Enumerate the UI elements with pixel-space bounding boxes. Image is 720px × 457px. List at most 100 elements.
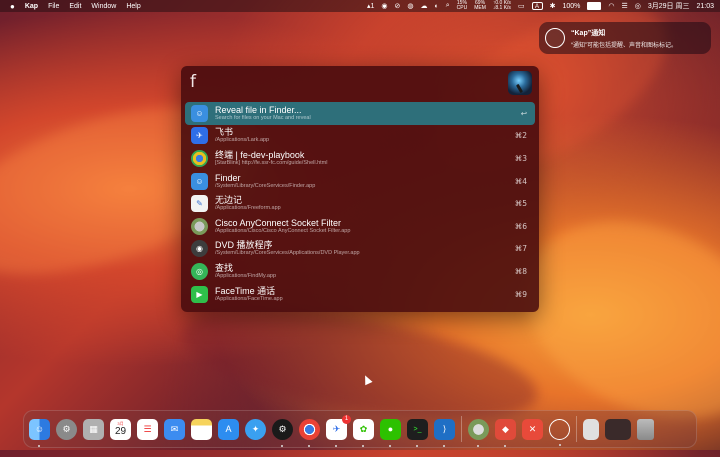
result-shortcut: ⌘5: [514, 199, 527, 209]
result-title: FaceTime 通话: [215, 285, 276, 296]
kap-icon[interactable]: [549, 418, 570, 446]
cloud-status-icon[interactable]: ☁: [420, 2, 427, 10]
memory-meter[interactable]: 69% MEM: [474, 1, 486, 11]
finder-icon: ☺: [191, 172, 208, 190]
search-input[interactable]: f: [190, 72, 196, 92]
notification-status-icon[interactable]: ▴1: [367, 2, 374, 10]
calendar-icon[interactable]: 3月 29: [110, 418, 131, 440]
result-subtitle: /System/Library/CoreServices/Finder.app: [215, 182, 316, 189]
bluetooth-icon[interactable]: ✱: [550, 2, 556, 10]
cisco-anyconnect-icon[interactable]: [468, 418, 489, 447]
git-icon[interactable]: ◆: [495, 418, 516, 447]
vscode-icon[interactable]: ⟩: [434, 418, 455, 447]
dock-separator: [461, 416, 462, 442]
result-item[interactable]: ☺ Finder/System/Library/CoreServices/Fin…: [185, 170, 535, 193]
music-status-icon[interactable]: ◍: [407, 2, 413, 10]
wifi-icon[interactable]: ◠: [608, 2, 614, 10]
no-entry-status-icon[interactable]: ⊘: [394, 2, 400, 10]
system-settings-icon[interactable]: ⚙: [56, 418, 77, 440]
wechat-status-icon[interactable]: ◐: [434, 3, 438, 10]
calendar-day: 29: [114, 426, 127, 437]
result-title: Reveal file in Finder...: [215, 104, 302, 115]
wechat-work-icon[interactable]: ✿: [353, 418, 374, 447]
search-bar: f: [181, 66, 539, 100]
freeform-icon: ✎: [191, 195, 208, 213]
result-subtitle: /Applications/FaceTime.app: [215, 295, 283, 302]
result-title: 查找: [215, 262, 234, 273]
wechat-icon[interactable]: ●: [380, 418, 401, 447]
result-shortcut: ⌘9: [514, 289, 527, 299]
steam-status-icon[interactable]: ◉: [381, 2, 387, 10]
dvd-icon: ◉: [191, 240, 208, 258]
siri-icon[interactable]: ◎: [635, 2, 641, 10]
chrome-icon[interactable]: [299, 418, 320, 447]
lark-icon: ✈: [191, 127, 208, 145]
result-item[interactable]: ◉ DVD 播放程序/System/Library/CoreServices/A…: [185, 238, 535, 261]
battery-icon[interactable]: [587, 2, 602, 10]
finder-icon[interactable]: ☺: [29, 418, 50, 447]
menu-file[interactable]: File: [48, 3, 59, 10]
result-item[interactable]: Cisco AnyConnect Socket Filter/Applicati…: [185, 215, 535, 238]
result-shortcut: ⌘2: [514, 131, 527, 141]
safari-icon[interactable]: ✦: [245, 418, 266, 440]
menu-window[interactable]: Window: [91, 3, 116, 10]
apple-menu-icon[interactable]: ●: [10, 2, 15, 11]
app-menu[interactable]: Kap: [25, 3, 38, 10]
dock: ☺ ⚙ ▦ 3月 29 ☰ ✉ A ✦ ⚙ ✈ 1 ✿ ● >_ ⟩ ◆ ✕: [23, 410, 697, 448]
notes-icon[interactable]: [191, 418, 212, 440]
menubar-time[interactable]: 21:03: [696, 3, 714, 10]
result-item[interactable]: ✈ 飞书/Applications/Lark.app ⌘2: [185, 125, 535, 148]
kap-notification-icon: [545, 28, 565, 48]
result-subtitle: Search for files on your Mac and reveal: [215, 114, 311, 121]
network-meter[interactable]: ↑0.0 K/s ↓8.1 K/s: [493, 1, 511, 11]
results-list: ☺ Reveal file in Finder... Search for fil…: [185, 102, 535, 305]
terminal-icon[interactable]: >_: [407, 418, 428, 447]
menu-edit[interactable]: Edit: [69, 3, 81, 10]
facetime-icon: ▶: [191, 285, 208, 303]
control-center-icon[interactable]: ☰: [621, 2, 627, 10]
result-subtitle: /Applications/Cisco/Cisco AnyConnect Soc…: [215, 227, 351, 234]
result-subtitle: /Applications/Lark.app: [215, 137, 270, 144]
battery-percent[interactable]: 100%: [562, 3, 580, 10]
result-shortcut: ↩: [520, 108, 527, 118]
cpu-meter[interactable]: 15% CPU: [457, 1, 468, 11]
result-subtitle: [StarBlink] http://fe.ssr-fc.com/guide/S…: [215, 159, 328, 166]
result-subtitle: /System/Library/CoreServices/Application…: [215, 250, 360, 257]
menu-bar: ● Kap File Edit Window Help ▴1 ◉ ⊘ ◍ ☁ ◐…: [0, 0, 720, 12]
launchpad-icon[interactable]: ▦: [83, 418, 104, 440]
result-item[interactable]: ☺ Reveal file in Finder... Search for fil…: [185, 102, 535, 125]
result-title: 终端 | fe-dev-playbook: [215, 149, 305, 160]
kap-logo-icon: [508, 71, 532, 95]
notification-body: “通知”可能包括提醒、声音和图标标记。: [571, 42, 677, 49]
steam-icon[interactable]: ⚙: [272, 418, 293, 447]
lark-icon[interactable]: ✈ 1: [326, 414, 351, 447]
result-title: Finder: [215, 172, 241, 183]
result-title: 无边记: [215, 195, 243, 206]
app-store-icon[interactable]: A: [218, 418, 239, 440]
trash-icon[interactable]: [637, 418, 654, 440]
input-source-icon[interactable]: A: [531, 2, 543, 10]
screenshot-icon[interactable]: [605, 418, 631, 440]
result-item[interactable]: ◎ 查找/Applications/FindMy.app ⌘8: [185, 260, 535, 283]
finder-icon: ☺: [191, 104, 208, 122]
result-shortcut: ⌘4: [514, 176, 527, 186]
result-shortcut: ⌘3: [514, 153, 527, 163]
mail-icon[interactable]: ✉: [164, 418, 185, 440]
reminders-icon[interactable]: ☰: [137, 418, 158, 440]
dock-separator: [576, 416, 577, 442]
lark-badge: 1: [342, 414, 351, 424]
result-shortcut: ⌘7: [514, 244, 527, 254]
result-item[interactable]: 终端 | fe-dev-playbook [StarBlink] http://f…: [185, 147, 535, 170]
cisco-icon: [191, 217, 208, 235]
search-status-icon[interactable]: ⌕: [446, 2, 450, 10]
result-item[interactable]: ▶ FaceTime 通话/Applications/FaceTime.app …: [185, 283, 535, 306]
menubar-date[interactable]: 3月29日 周三: [648, 1, 690, 11]
notification-banner[interactable]: “Kap”通知 “通知”可能包括提醒、声音和图标标记。: [539, 22, 711, 54]
xmind-icon[interactable]: ✕: [522, 418, 543, 440]
menu-help[interactable]: Help: [126, 3, 140, 10]
document-icon[interactable]: [583, 418, 599, 440]
result-subtitle: /Applications/Freeform.app: [215, 205, 281, 212]
screen-mirror-icon[interactable]: ▭: [518, 2, 525, 10]
findmy-icon: ◎: [191, 262, 208, 280]
result-item[interactable]: ✎ 无边记/Applications/Freeform.app ⌘5: [185, 192, 535, 215]
